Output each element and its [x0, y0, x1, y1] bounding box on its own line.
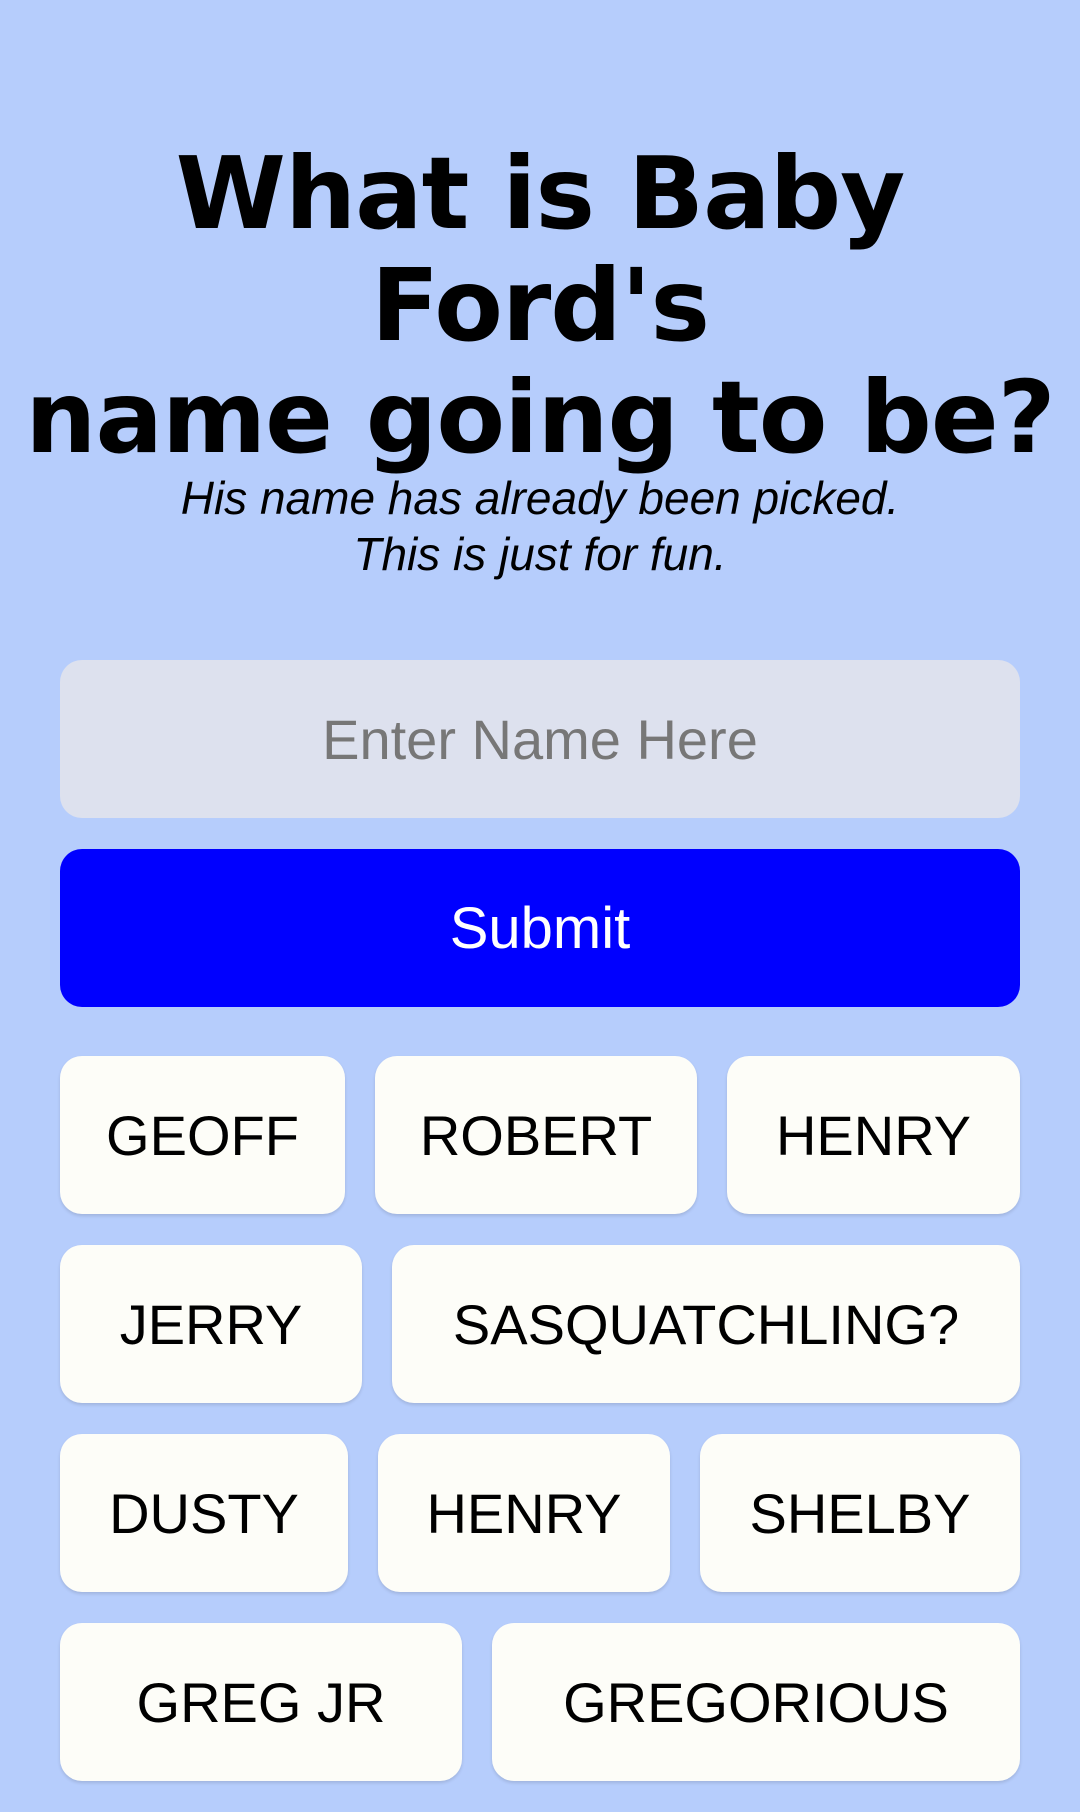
name-chip[interactable]: ROBERT [375, 1056, 697, 1214]
name-chip[interactable]: GEOFF [60, 1056, 345, 1214]
name-row: GREG JR GREGORIOUS [60, 1623, 1020, 1781]
name-chip[interactable]: SASQUATCHLING? [392, 1245, 1020, 1403]
name-row: DUSTY HENRY SHELBY [60, 1434, 1020, 1592]
page-title: What is Baby Ford's name going to be? [0, 138, 1080, 474]
name-chip[interactable]: SHELBY [700, 1434, 1020, 1592]
name-chip[interactable]: GREGORIOUS [492, 1623, 1020, 1781]
page: What is Baby Ford's name going to be? Hi… [0, 0, 1080, 1781]
title-line-1: What is Baby Ford's [175, 135, 906, 364]
name-input[interactable] [60, 660, 1020, 818]
title-line-2: name going to be? [25, 359, 1055, 476]
subtitle: His name has already been picked. This i… [0, 470, 1080, 582]
subtitle-line-1: His name has already been picked. [180, 472, 900, 524]
name-chip[interactable]: JERRY [60, 1245, 362, 1403]
subtitle-line-2: This is just for fun. [353, 528, 727, 580]
name-chip[interactable]: HENRY [727, 1056, 1020, 1214]
name-chip[interactable]: DUSTY [60, 1434, 348, 1592]
name-chip[interactable]: GREG JR [60, 1623, 462, 1781]
name-row: GEOFF ROBERT HENRY [60, 1056, 1020, 1214]
submit-button[interactable]: Submit [60, 849, 1020, 1007]
name-chip[interactable]: HENRY [378, 1434, 670, 1592]
name-row: JERRY SASQUATCHLING? [60, 1245, 1020, 1403]
name-suggestions: GEOFF ROBERT HENRY JERRY SASQUATCHLING? … [60, 1056, 1020, 1812]
